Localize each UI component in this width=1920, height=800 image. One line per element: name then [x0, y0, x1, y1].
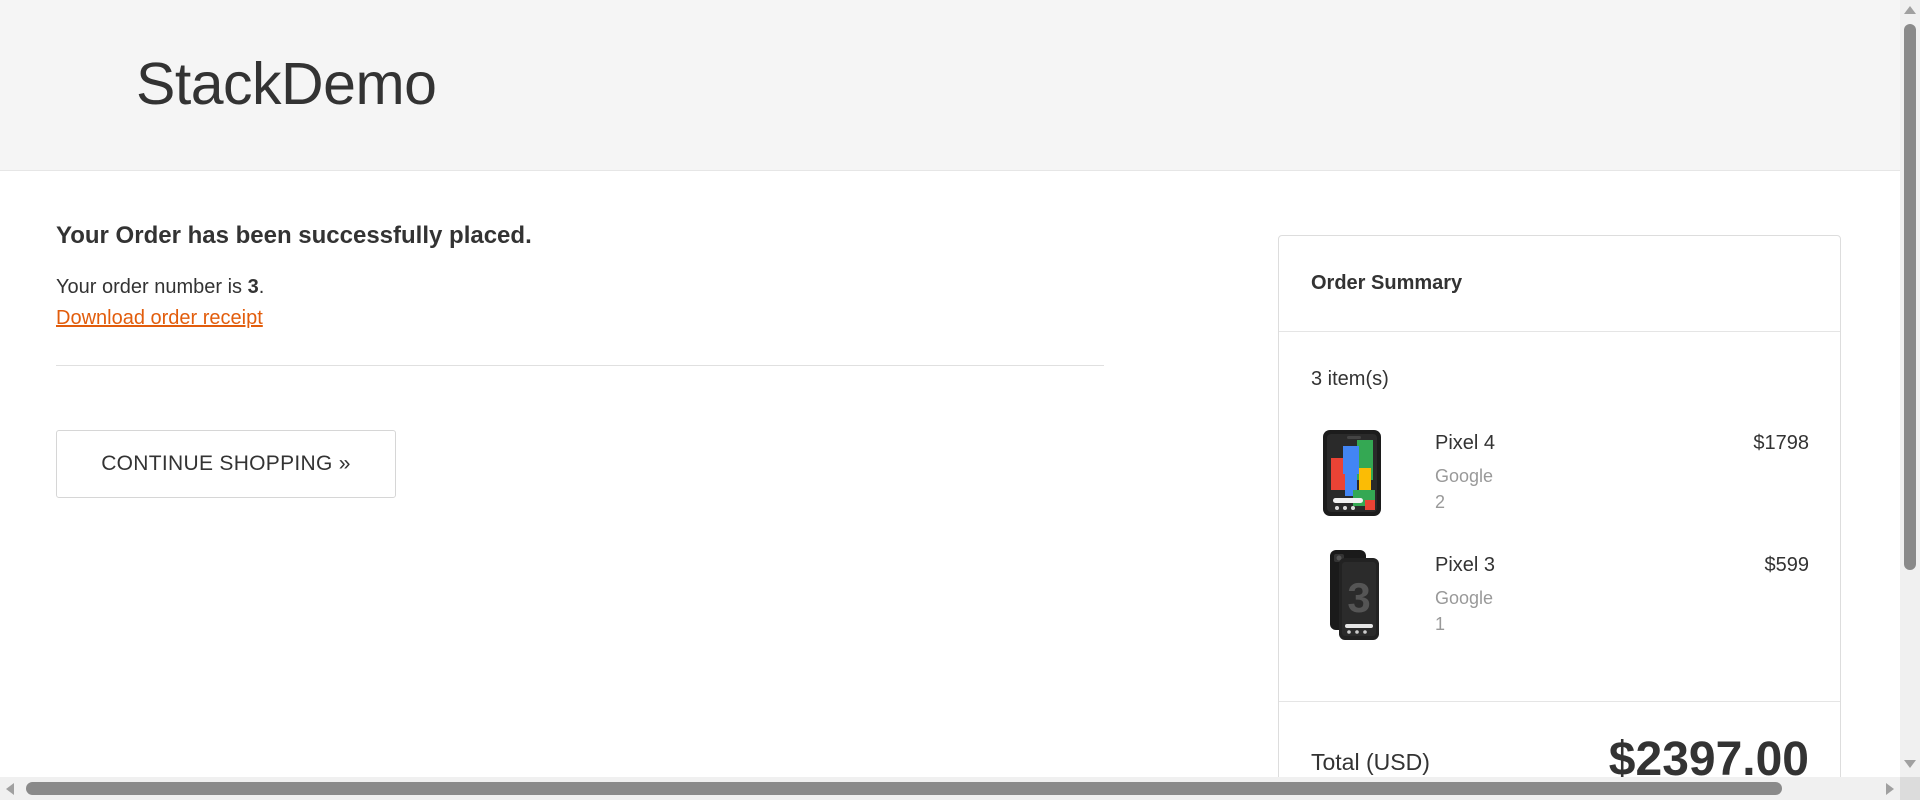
horizontal-scrollbar-thumb[interactable] — [26, 782, 1782, 795]
continue-shopping-button[interactable]: CONTINUE SHOPPING » — [56, 430, 396, 498]
brand-logo[interactable]: StackDemo — [136, 50, 437, 118]
order-number-prefix: Your order number is — [56, 276, 248, 298]
scroll-left-arrow-icon[interactable] — [6, 783, 14, 795]
item-quantity: 2 — [1435, 492, 1446, 512]
pixel-3-phone-image: 3 — [1330, 550, 1379, 640]
download-receipt-link[interactable]: Download order receipt — [56, 307, 263, 330]
site-header: StackDemo — [0, 0, 1900, 171]
confirmation-title: Your Order has been successfully placed. — [56, 222, 532, 249]
line-item: 3 Pixel 3 Google 1 $599 — [1279, 550, 1840, 650]
scroll-right-arrow-icon[interactable] — [1886, 783, 1894, 795]
line-item: Pixel 4 Google 2 $1798 — [1279, 428, 1840, 528]
svg-text:3: 3 — [1347, 574, 1370, 621]
pixel-4-phone-image — [1323, 430, 1381, 516]
item-price: $599 — [1764, 554, 1810, 576]
order-number-suffix: . — [258, 276, 265, 298]
order-summary-title: Order Summary — [1279, 236, 1840, 332]
item-price: $1798 — [1753, 432, 1809, 454]
scrollbar-corner — [1900, 777, 1920, 800]
vertical-scrollbar-thumb[interactable] — [1904, 24, 1916, 570]
item-name: Pixel 4 — [1435, 432, 1496, 454]
order-number-line: Your order number is 3. — [56, 276, 264, 299]
item-quantity: 1 — [1435, 614, 1446, 634]
item-name: Pixel 3 — [1435, 554, 1496, 576]
content-divider — [56, 365, 1104, 366]
item-brand: Google — [1435, 466, 1494, 486]
summary-divider — [1279, 701, 1840, 702]
item-brand: Google — [1435, 588, 1494, 608]
order-summary-card: Order Summary 3 item(s) Pixel 4 Google 2… — [1278, 235, 1841, 777]
page-viewport: StackDemo Your Order has been successful… — [0, 0, 1900, 777]
items-count: 3 item(s) — [1311, 368, 1389, 390]
total-label: Total (USD) — [1311, 749, 1430, 775]
scroll-down-arrow-icon[interactable] — [1904, 760, 1916, 768]
scroll-up-arrow-icon[interactable] — [1904, 6, 1916, 14]
total-value: $2397.00 — [1608, 733, 1809, 777]
order-number: 3 — [247, 276, 259, 298]
